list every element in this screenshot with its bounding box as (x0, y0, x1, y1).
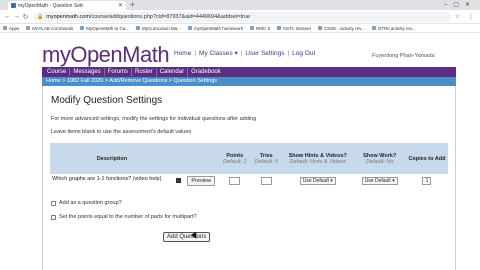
bookmark-icon (277, 26, 282, 30)
col-tries: Tries Default: 5 (250, 143, 283, 174)
main-nav: Course Messages Forums Roster Calendar G… (42, 67, 456, 77)
col-copies: Copies to Add (405, 143, 448, 174)
url-text: myopenmath.com/course/addquestions.php?c… (46, 14, 250, 20)
lock-icon: 🔒 (37, 13, 44, 20)
bookmark-icon (135, 26, 140, 30)
page-title: Modify Question Settings (51, 95, 163, 106)
nav-course[interactable]: Course (44, 68, 71, 76)
bookmark-item[interactable]: Apps (3, 26, 19, 31)
bookmark-item[interactable]: CSSE - activity rev... (317, 26, 365, 31)
bookmark-item[interactable]: GTRs activity rev... (371, 26, 416, 31)
nav-calendar[interactable]: Calendar (157, 68, 189, 76)
preview-button[interactable]: Preview (187, 176, 215, 186)
multipart-points-checkbox[interactable] (51, 214, 56, 220)
bookmark-icon (3, 26, 7, 30)
add-questions-button[interactable]: Add Questions (163, 232, 211, 242)
question-info-icon[interactable] (176, 178, 182, 183)
points-input[interactable] (229, 177, 241, 185)
close-tab-icon[interactable]: ✕ (118, 2, 123, 9)
my-classes-link[interactable]: My Classes ▾ (199, 50, 238, 57)
favicon-icon (11, 3, 16, 8)
col-icon (173, 143, 184, 174)
browser-toolbar: ← → ↻ 🔒 myopenmath.com/course/addquestio… (0, 10, 480, 24)
multipart-points-option[interactable]: Set the points equal to the number of pa… (51, 214, 197, 220)
window-controls[interactable]: –▢✕ (444, 0, 476, 10)
bookmarks-bar: Apps MATLAB commands MyOpenMath to Ca...… (0, 24, 480, 33)
bookmark-item[interactable]: CETL Intranet (277, 26, 311, 31)
bookmark-icon (26, 26, 31, 30)
bookmark-item[interactable]: myOpenMath homework (188, 26, 243, 31)
bookmark-item[interactable]: RMC 8 (250, 26, 270, 31)
col-preview (183, 143, 220, 174)
bookmark-icon (317, 26, 322, 30)
user-settings-link[interactable]: User Settings (245, 50, 284, 57)
copies-input[interactable]: 1 (422, 177, 432, 185)
url-host: myopenmath.com (46, 13, 90, 20)
home-link[interactable]: Home (174, 50, 191, 57)
nav-messages[interactable]: Messages (70, 68, 105, 76)
defaults-note: Leave items blank to use the assessment'… (51, 129, 192, 135)
multipart-points-label: Set the points equal to the number of pa… (59, 214, 197, 220)
browser-menu-icons[interactable]: ☆ ⋮ (455, 13, 477, 20)
show-work-select[interactable]: Use Default ▾ (361, 177, 398, 185)
new-tab-icon[interactable]: + (130, 0, 135, 10)
top-nav: Home | My Classes ▾ | User Settings | Log Out (174, 50, 316, 57)
web-page: myOpenMath Home | My Classes ▾ | User Settin… (0, 34, 480, 270)
bookmark-icon (80, 26, 85, 30)
main-content: Modify Question Settings For more advanc… (42, 86, 456, 270)
bookmark-icon (371, 26, 376, 30)
col-description: Description (50, 143, 174, 174)
forward-icon[interactable]: → (12, 13, 21, 20)
col-hints: Show Hints & Videos? Default: Hints & Vid… (282, 143, 354, 174)
col-points: Points Default: 1 (219, 143, 251, 174)
bookmark-icon (188, 26, 192, 30)
logout-link[interactable]: Log Out (292, 50, 315, 57)
question-group-option[interactable]: Add as a question group? (51, 200, 122, 206)
question-group-checkbox[interactable] (51, 200, 56, 206)
tries-input[interactable] (260, 177, 272, 185)
nav-forums[interactable]: Forums (105, 68, 133, 76)
address-bar[interactable]: 🔒 myopenmath.com/course/addquestions.php… (33, 11, 451, 22)
breadcrumb[interactable]: Home > 1082 Fall 2020 > Add/Remove Quest… (42, 77, 456, 86)
site-logo[interactable]: myOpenMath (42, 42, 170, 68)
back-icon[interactable]: ← (3, 13, 12, 20)
hints-select[interactable]: Use Default ▾ (299, 177, 336, 185)
bookmark-item[interactable]: MyOpenMath to Ca... (80, 26, 129, 31)
reload-icon[interactable]: ↻ (21, 13, 30, 21)
nav-gradebook[interactable]: Gradebook (188, 68, 224, 76)
bookmark-item[interactable]: MATLAB commands (26, 26, 73, 31)
question-settings-table: Description Points Default: 1 Tries Defaul… (50, 143, 448, 192)
username: Fuyerdong Phan-Yamada (372, 53, 435, 59)
tab-title: myOpenMath - Question Sett (18, 2, 83, 9)
browser-tabstrip: myOpenMath - Question Sett ✕ + –▢✕ (0, 0, 480, 10)
question-description: Which graphs are 1-1 functions? (video h… (52, 176, 162, 182)
url-path: /course/addquestions.php?cid=87937&aid=4… (89, 13, 251, 20)
bookmark-icon (250, 26, 255, 30)
question-group-label: Add as a question group? (59, 200, 122, 206)
browser-tab[interactable]: myOpenMath - Question Sett ✕ (8, 1, 126, 10)
table-row: Which graphs are 1-1 functions? (video h… (50, 174, 448, 192)
intro-text: For more advanced settings, modify the s… (51, 116, 257, 122)
bookmark-item[interactable]: MyCurriculum Ma... (135, 26, 181, 31)
nav-roster[interactable]: Roster (132, 68, 157, 76)
col-work: Show Work? Default: No (353, 143, 406, 174)
